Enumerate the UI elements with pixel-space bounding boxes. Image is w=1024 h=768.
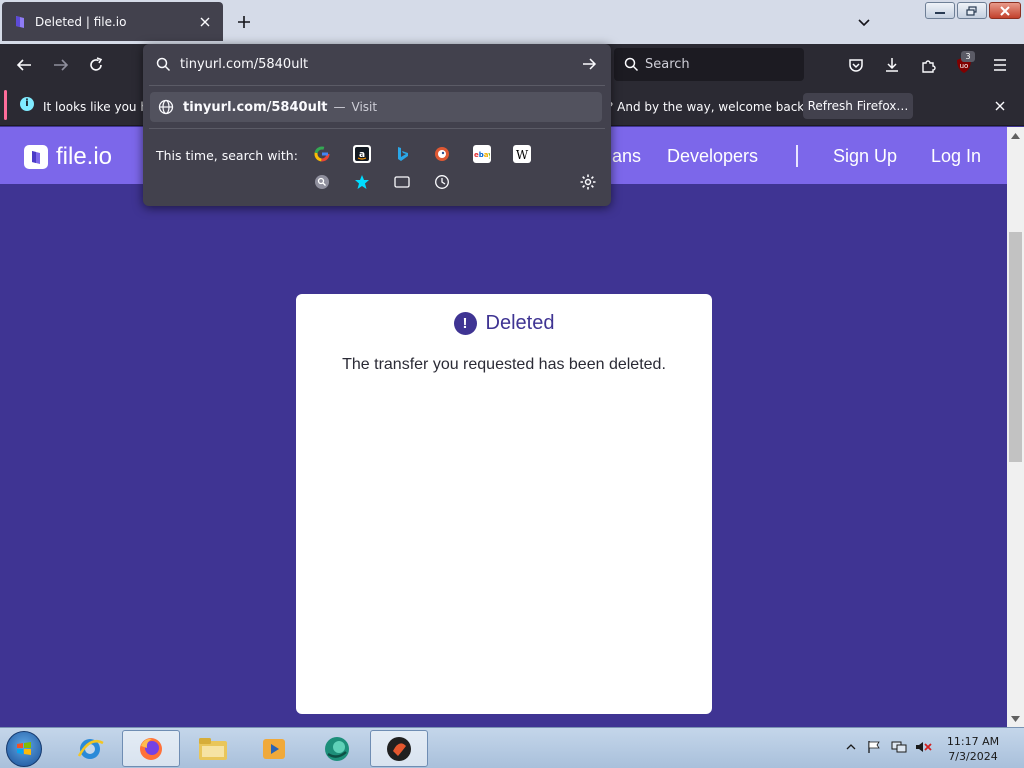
svg-text:W: W: [516, 148, 529, 161]
search-bar[interactable]: Search: [614, 48, 804, 81]
tab-close-icon[interactable]: [197, 14, 213, 30]
pocket-icon[interactable]: [845, 54, 867, 76]
nav-link-signup[interactable]: Sign Up: [833, 146, 897, 167]
window-close-button[interactable]: [989, 2, 1021, 19]
web-content: file.io ans Developers Sign Up Log In ! …: [0, 127, 1007, 727]
taskbar-media-player-icon[interactable]: [245, 730, 303, 767]
downloads-icon[interactable]: [881, 54, 903, 76]
nav-link-developers[interactable]: Developers: [667, 146, 758, 167]
url-suggestion-row[interactable]: tinyurl.com/5840ult — Visit: [150, 92, 602, 122]
globe-icon: [158, 99, 174, 115]
start-button[interactable]: [6, 731, 42, 767]
exclamation-icon: !: [453, 312, 477, 335]
url-divider-2: [149, 128, 605, 129]
tray-flag-icon[interactable]: [866, 740, 882, 754]
minimize-button[interactable]: [925, 2, 955, 19]
new-tab-button[interactable]: [234, 12, 254, 32]
taskbar: 11:17 AM 7/3/2024: [0, 727, 1024, 768]
notification-text: It looks like you ha: [43, 100, 143, 114]
tab-title: Deleted | file.io: [35, 14, 127, 29]
google-icon[interactable]: [313, 145, 331, 163]
url-search-icon: [156, 57, 171, 71]
app-menu-icon[interactable]: [989, 54, 1011, 76]
card-heading: ! Deleted: [296, 312, 712, 335]
history-icon[interactable]: [433, 173, 451, 191]
wikipedia-icon[interactable]: W: [513, 145, 531, 163]
suggestion-action: Visit: [351, 100, 378, 114]
taskbar-app-icon[interactable]: [370, 730, 428, 767]
clock[interactable]: 11:17 AM 7/3/2024: [936, 734, 1010, 764]
scrollbar-thumb[interactable]: [1009, 232, 1022, 462]
card-message: The transfer you requested has been dele…: [342, 356, 666, 373]
suggestion-separator: —: [333, 100, 346, 114]
amazon-icon[interactable]: a: [353, 145, 371, 163]
search-settings-gear-icon[interactable]: [579, 173, 597, 191]
svg-text:ebay: ebay: [474, 151, 490, 159]
tray-volume-muted-icon[interactable]: [915, 740, 932, 754]
reload-button[interactable]: [85, 54, 107, 76]
deleted-card: ! Deleted The transfer you requested has…: [296, 294, 712, 714]
search-with-label: This time, search with:: [156, 148, 298, 163]
clock-time: 11:17 AM: [946, 735, 1000, 748]
duckduckgo-icon[interactable]: [433, 145, 451, 163]
extensions-badge: 3: [961, 51, 975, 62]
page-scrollbar[interactable]: [1007, 127, 1024, 727]
tab-active[interactable]: Deleted | file.io: [2, 2, 223, 41]
tabs-icon[interactable]: [393, 173, 411, 191]
taskbar-cyberlink-icon[interactable]: [308, 730, 366, 767]
search-icon: [624, 57, 639, 72]
window-controls: [925, 2, 1021, 19]
scroll-down-arrow-icon[interactable]: [1007, 710, 1024, 727]
url-input[interactable]: tinyurl.com/5840ult: [143, 44, 611, 84]
list-all-tabs-chevron-icon[interactable]: [854, 12, 874, 32]
fileio-favicon-icon: [16, 15, 24, 28]
ebay-icon[interactable]: ebay: [473, 145, 491, 163]
nav-link-plans[interactable]: ans: [612, 146, 641, 167]
tray-show-hidden-icon[interactable]: [845, 740, 861, 754]
taskbar-firefox-icon[interactable]: [122, 730, 180, 767]
card-title: Deleted: [485, 312, 555, 334]
nav-separator: [796, 145, 798, 167]
refresh-firefox-button[interactable]: Refresh Firefox…: [803, 93, 913, 119]
search-engine-icon[interactable]: [313, 173, 331, 191]
bookmarks-star-icon[interactable]: [353, 173, 371, 191]
info-icon: i: [20, 97, 34, 111]
extensions-icon[interactable]: [918, 54, 940, 76]
back-button[interactable]: [13, 54, 35, 76]
tab-strip: Deleted | file.io: [0, 0, 1024, 44]
notification-accent: [4, 90, 7, 120]
restore-button[interactable]: [957, 2, 987, 19]
url-dropdown: tinyurl.com/5840ult tinyurl.com/5840ult …: [143, 44, 611, 206]
notification-close-icon[interactable]: [990, 96, 1010, 116]
scroll-up-arrow-icon[interactable]: [1007, 127, 1024, 144]
url-input-value: tinyurl.com/5840ult: [180, 56, 309, 72]
fileio-logo[interactable]: file.io: [24, 143, 112, 171]
taskbar-explorer-icon[interactable]: [184, 730, 242, 767]
svg-text:uo: uo: [960, 62, 969, 70]
nav-link-login[interactable]: Log In: [931, 146, 981, 167]
logo-text: file.io: [56, 143, 113, 170]
suggestion-url: tinyurl.com/5840ult: [183, 99, 328, 115]
clock-date: 7/3/2024: [948, 750, 998, 763]
taskbar-ie-icon[interactable]: [61, 730, 119, 767]
bing-icon[interactable]: [393, 145, 411, 163]
search-bar-placeholder: Search: [645, 57, 690, 72]
url-divider: [149, 85, 605, 86]
notification-text-end: ? And by the way, welcome back!: [607, 100, 810, 114]
fileio-logo-icon: [24, 145, 48, 169]
go-arrow-icon[interactable]: [579, 54, 599, 74]
forward-button[interactable]: [50, 54, 72, 76]
tray-network-icon[interactable]: [891, 740, 907, 754]
